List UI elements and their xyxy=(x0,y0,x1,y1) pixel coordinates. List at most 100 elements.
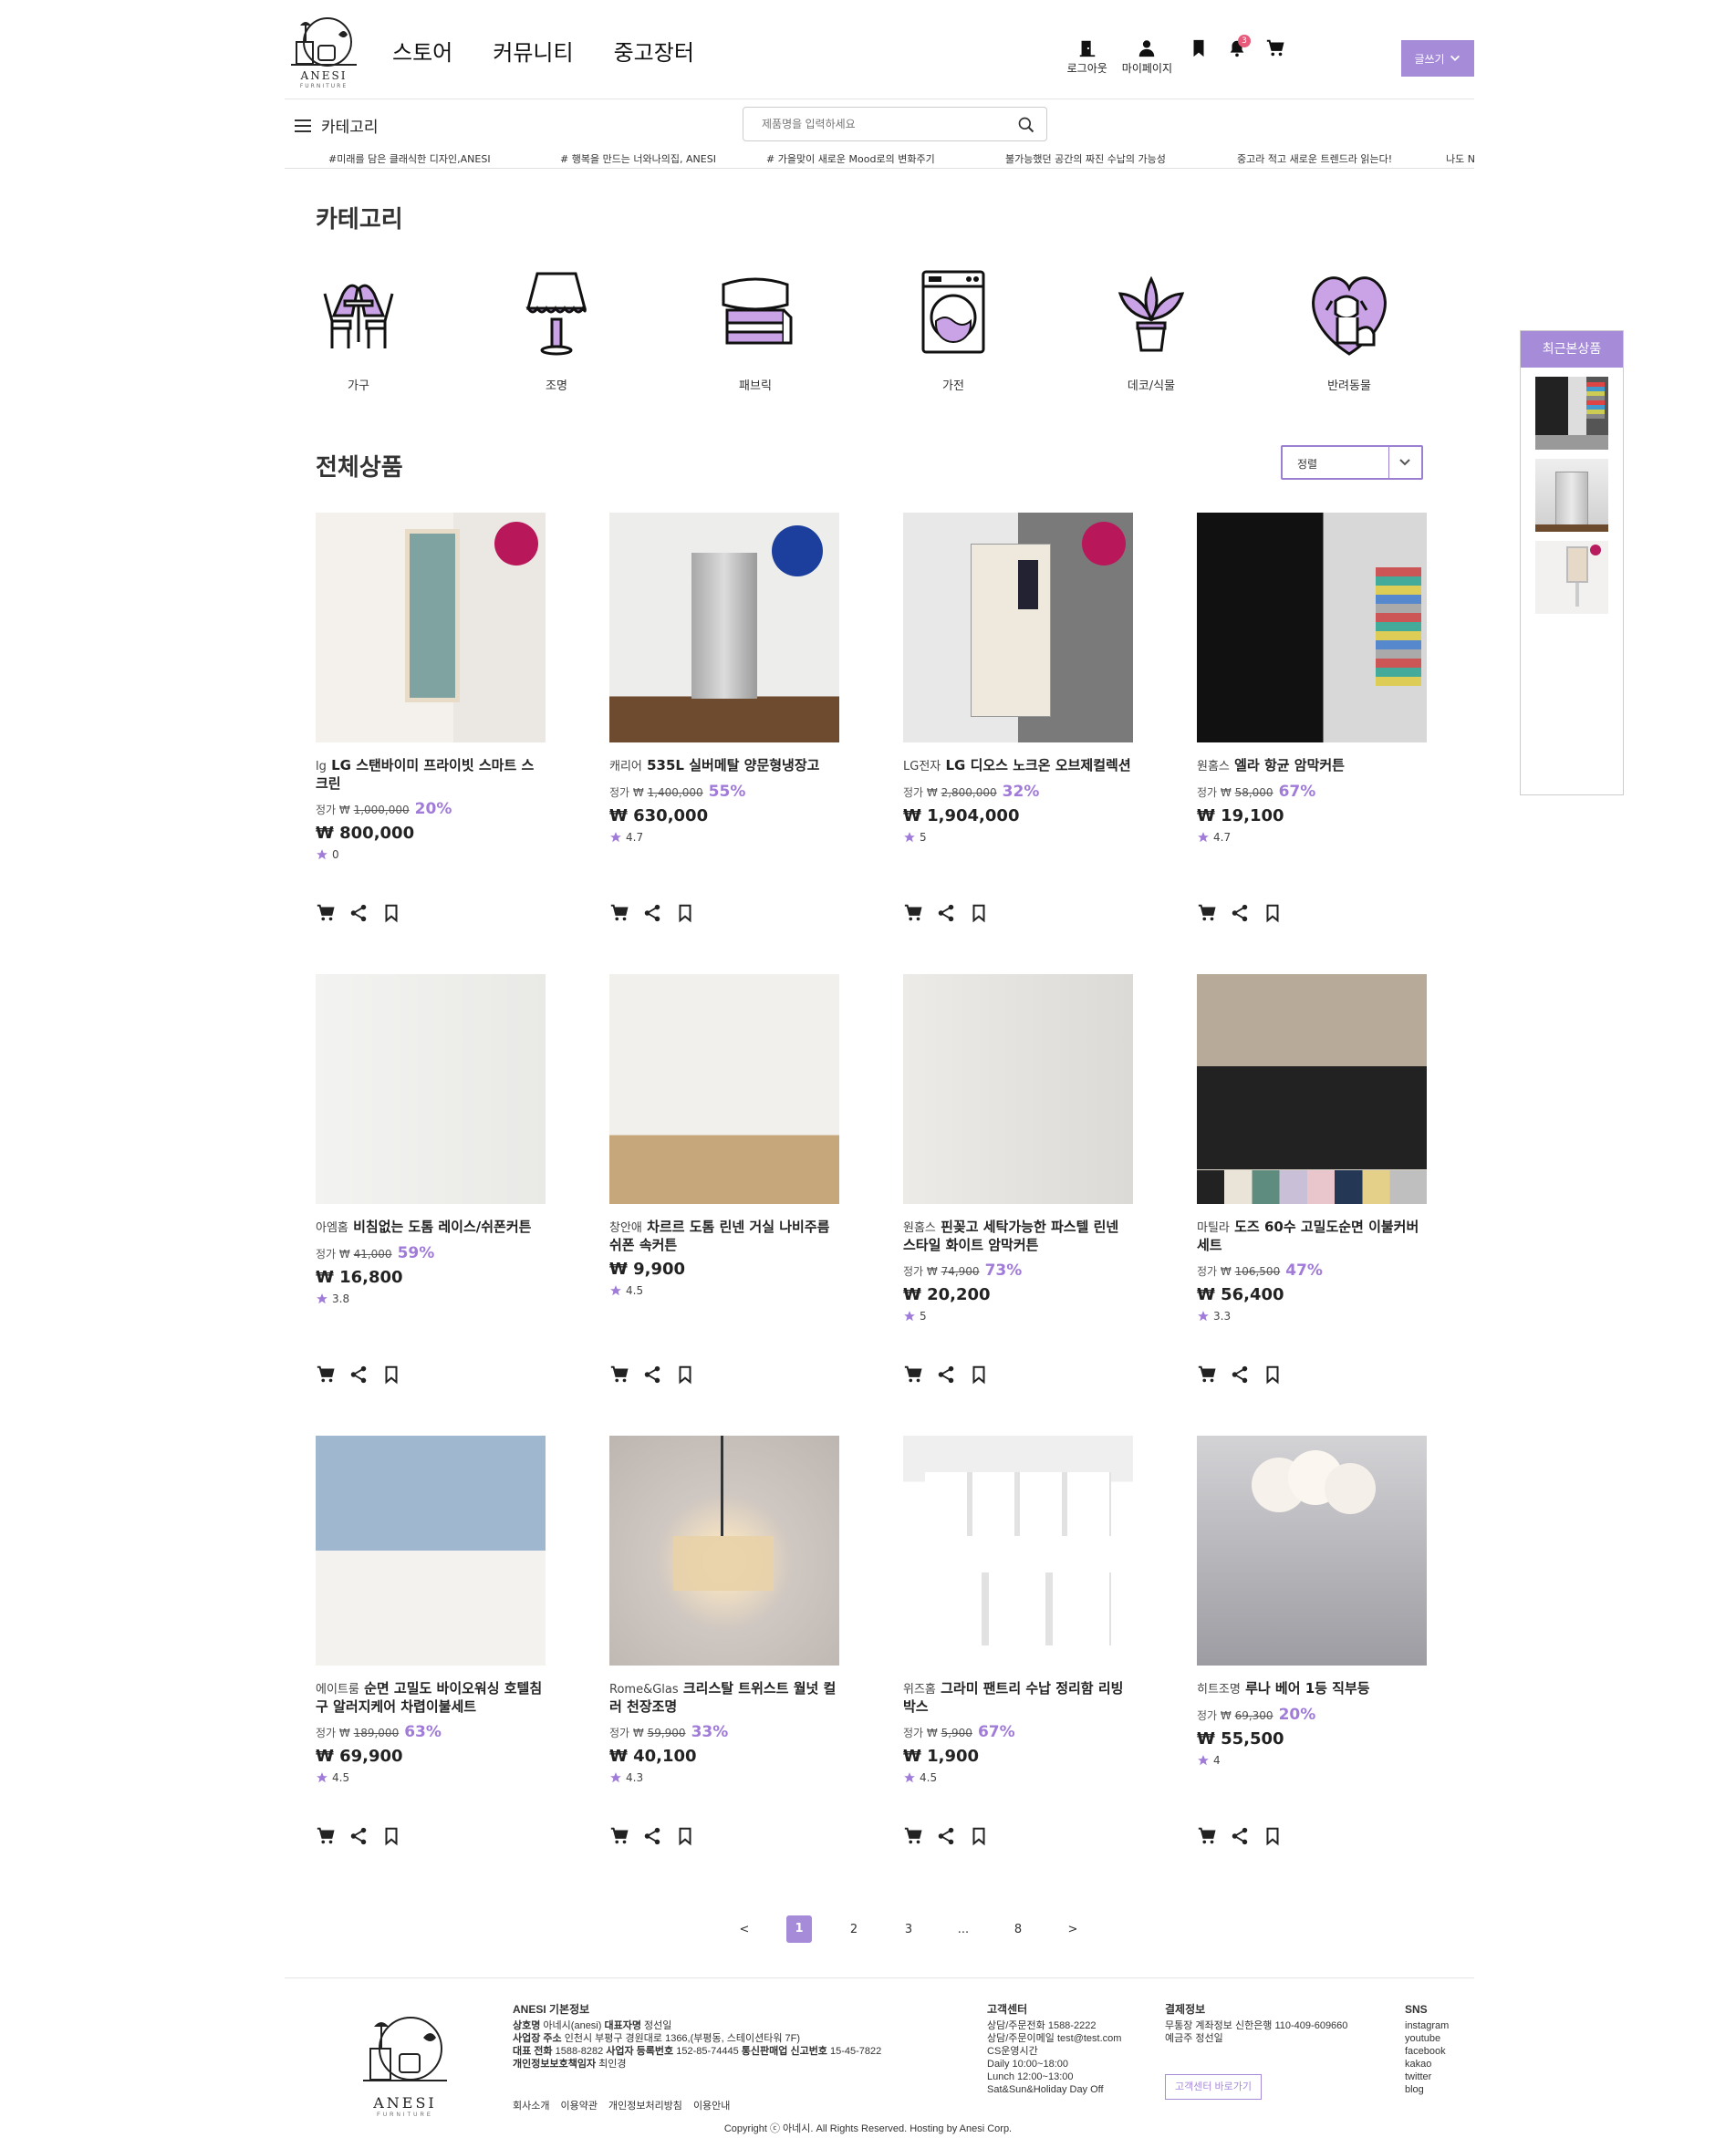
ticker-item[interactable]: 나도 N xyxy=(1446,151,1474,166)
nav-market[interactable]: 중고장터 xyxy=(614,35,694,67)
product-name[interactable]: 아엠홈 비침없는 도톰 레이스/쉬폰커튼 xyxy=(316,1219,546,1237)
bookmark-icon[interactable] xyxy=(1263,903,1283,923)
share-icon[interactable] xyxy=(1230,1365,1250,1385)
share-icon[interactable] xyxy=(348,1826,369,1846)
ticker-item[interactable]: 중고라 적고 새로운 트렌드라 읽는다! xyxy=(1237,151,1392,166)
product-image[interactable] xyxy=(903,974,1133,1204)
add-to-cart-icon[interactable] xyxy=(609,1365,629,1385)
category-item-lighting[interactable]: 조명 xyxy=(493,261,620,393)
share-icon[interactable] xyxy=(348,903,369,923)
cart-button[interactable] xyxy=(1263,38,1287,60)
product-image[interactable] xyxy=(316,513,546,742)
product-card[interactable]: 히트조명 루나 베어 1등 직부등 정가 ₩ 69,300 20% ₩ 55,500 4 xyxy=(1197,1436,1427,1846)
share-icon[interactable] xyxy=(936,903,956,923)
product-name[interactable]: 에이트룸 순면 고밀도 바이오워싱 호텔침구 알러지케어 차렵이불세트 xyxy=(316,1680,546,1716)
cs-center-button[interactable]: 고객센터 바로가기 xyxy=(1165,2074,1263,2100)
product-image[interactable] xyxy=(1197,1436,1427,1666)
product-card[interactable]: Rome&Glas 크리스탈 트위스트 월넛 컬러 천장조명 정가 ₩ 59,90… xyxy=(609,1436,839,1846)
page-item[interactable]: 2 xyxy=(826,1923,881,1936)
product-image[interactable] xyxy=(1197,974,1427,1204)
category-item-pet[interactable]: 반려동물 xyxy=(1285,261,1413,393)
product-image[interactable] xyxy=(609,1436,839,1666)
footer-link[interactable]: 이용안내 xyxy=(693,2098,730,2112)
product-name[interactable]: 위즈홈 그라미 팬트리 수납 정리함 리빙박스 xyxy=(903,1680,1133,1716)
ticker-item[interactable]: # 행복을 만드는 너와나의집, ANESI xyxy=(560,151,716,166)
footer-link[interactable]: 개인정보처리방침 xyxy=(608,2098,682,2112)
bookmark-icon[interactable] xyxy=(381,903,401,923)
share-icon[interactable] xyxy=(936,1365,956,1385)
logout-button[interactable]: 로그아웃 xyxy=(1067,38,1107,76)
product-name[interactable]: 마틸라 도즈 60수 고밀도순면 이불커버세트 xyxy=(1197,1219,1427,1254)
page-current[interactable]: 1 xyxy=(786,1915,812,1943)
share-icon[interactable] xyxy=(348,1365,369,1385)
bookmark-icon[interactable] xyxy=(1263,1826,1283,1846)
product-card[interactable]: 창안애 차르르 도톰 린넨 거실 나비주름 쉬폰 속커튼 ₩ 9,900 4.5 xyxy=(609,974,839,1385)
sns-link[interactable]: youtube xyxy=(1405,2032,1449,2045)
category-item-furniture[interactable]: 가구 xyxy=(295,261,422,393)
share-icon[interactable] xyxy=(1230,903,1250,923)
product-card[interactable]: 원홈스 엘라 항균 암막커튼 정가 ₩ 58,000 67% ₩ 19,100 4.7 xyxy=(1197,513,1427,923)
recent-product-thumb[interactable] xyxy=(1535,377,1608,450)
sns-link[interactable]: instagram xyxy=(1405,2019,1449,2032)
add-to-cart-icon[interactable] xyxy=(1197,1365,1217,1385)
notification-button[interactable]: 3 xyxy=(1225,35,1251,60)
sns-link[interactable]: kakao xyxy=(1405,2058,1449,2071)
product-image[interactable] xyxy=(316,1436,546,1666)
product-card[interactable]: 위즈홈 그라미 팬트리 수납 정리함 리빙박스 정가 ₩ 5,900 67% ₩ 1,… xyxy=(903,1436,1133,1846)
footer-link[interactable]: 회사소개 xyxy=(513,2098,549,2112)
nav-store[interactable]: 스토어 xyxy=(392,35,452,67)
recent-product-thumb[interactable] xyxy=(1535,541,1608,614)
category-menu-button[interactable]: 카테고리 xyxy=(294,114,379,137)
footer-logo[interactable]: ANESI FURNITURE xyxy=(359,2012,451,2122)
add-to-cart-icon[interactable] xyxy=(903,1365,923,1385)
product-name[interactable]: 히트조명 루나 베어 1등 직부등 xyxy=(1197,1680,1427,1698)
add-to-cart-icon[interactable] xyxy=(903,1826,923,1846)
product-name[interactable]: 원홈스 엘라 항균 암막커튼 xyxy=(1197,757,1427,775)
add-to-cart-icon[interactable] xyxy=(1197,1826,1217,1846)
share-icon[interactable] xyxy=(642,903,662,923)
add-to-cart-icon[interactable] xyxy=(316,903,336,923)
add-to-cart-icon[interactable] xyxy=(1197,903,1217,923)
ticker-item[interactable]: # 가을맞이 새로운 Mood로의 변화주기 xyxy=(766,151,935,166)
share-icon[interactable] xyxy=(1230,1826,1250,1846)
add-to-cart-icon[interactable] xyxy=(609,1826,629,1846)
bookmark-icon[interactable] xyxy=(675,903,695,923)
nav-community[interactable]: 커뮤니티 xyxy=(493,35,573,67)
product-name[interactable]: 원홈스 핀꽂고 세탁가능한 파스텔 린넨 스타일 화이트 암막커튼 xyxy=(903,1219,1133,1254)
page-next[interactable]: > xyxy=(1045,1923,1100,1936)
bookmark-icon[interactable] xyxy=(381,1826,401,1846)
write-button[interactable]: 글쓰기 xyxy=(1401,40,1474,77)
product-card[interactable]: LG전자 LG 디오스 노크온 오브제컬렉션 정가 ₩ 2,800,000 32% ₩… xyxy=(903,513,1133,923)
sns-link[interactable]: blog xyxy=(1405,2083,1449,2096)
share-icon[interactable] xyxy=(936,1826,956,1846)
add-to-cart-icon[interactable] xyxy=(609,903,629,923)
logo[interactable]: ANESI FURNITURE xyxy=(287,15,360,89)
bookmark-icon[interactable] xyxy=(675,1365,695,1385)
sort-select[interactable]: 정렬 xyxy=(1281,445,1423,480)
page-prev[interactable]: < xyxy=(717,1923,772,1936)
bookmark-icon[interactable] xyxy=(1263,1365,1283,1385)
sns-link[interactable]: facebook xyxy=(1405,2045,1449,2058)
sns-link[interactable]: twitter xyxy=(1405,2071,1449,2083)
sort-dropdown-button[interactable] xyxy=(1388,447,1421,478)
product-name[interactable]: LG전자 LG 디오스 노크온 오브제컬렉션 xyxy=(903,757,1133,775)
product-card[interactable]: lg LG 스탠바이미 프라이빗 스마트 스크린 정가 ₩ 1,000,000 20… xyxy=(316,513,546,923)
share-icon[interactable] xyxy=(642,1826,662,1846)
product-image[interactable] xyxy=(903,513,1133,742)
bookmark-icon[interactable] xyxy=(969,903,989,923)
share-icon[interactable] xyxy=(642,1365,662,1385)
product-image[interactable] xyxy=(1197,513,1427,742)
add-to-cart-icon[interactable] xyxy=(316,1365,336,1385)
product-card[interactable]: 캐리어 535L 실버메탈 양문형냉장고 정가 ₩ 1,400,000 55% ₩ 6… xyxy=(609,513,839,923)
search-icon[interactable] xyxy=(1017,116,1035,134)
recent-product-thumb[interactable] xyxy=(1535,459,1608,532)
mypage-button[interactable]: 마이페이지 xyxy=(1122,38,1172,76)
bookmark-icon[interactable] xyxy=(969,1826,989,1846)
bookmark-icon[interactable] xyxy=(969,1365,989,1385)
product-image[interactable] xyxy=(903,1436,1133,1666)
product-name[interactable]: Rome&Glas 크리스탈 트위스트 월넛 컬러 천장조명 xyxy=(609,1680,839,1716)
bookmark-icon[interactable] xyxy=(381,1365,401,1385)
page-item[interactable]: 3 xyxy=(881,1923,936,1936)
product-name[interactable]: lg LG 스탠바이미 프라이빗 스마트 스크린 xyxy=(316,757,546,793)
product-name[interactable]: 캐리어 535L 실버메탈 양문형냉장고 xyxy=(609,757,839,775)
